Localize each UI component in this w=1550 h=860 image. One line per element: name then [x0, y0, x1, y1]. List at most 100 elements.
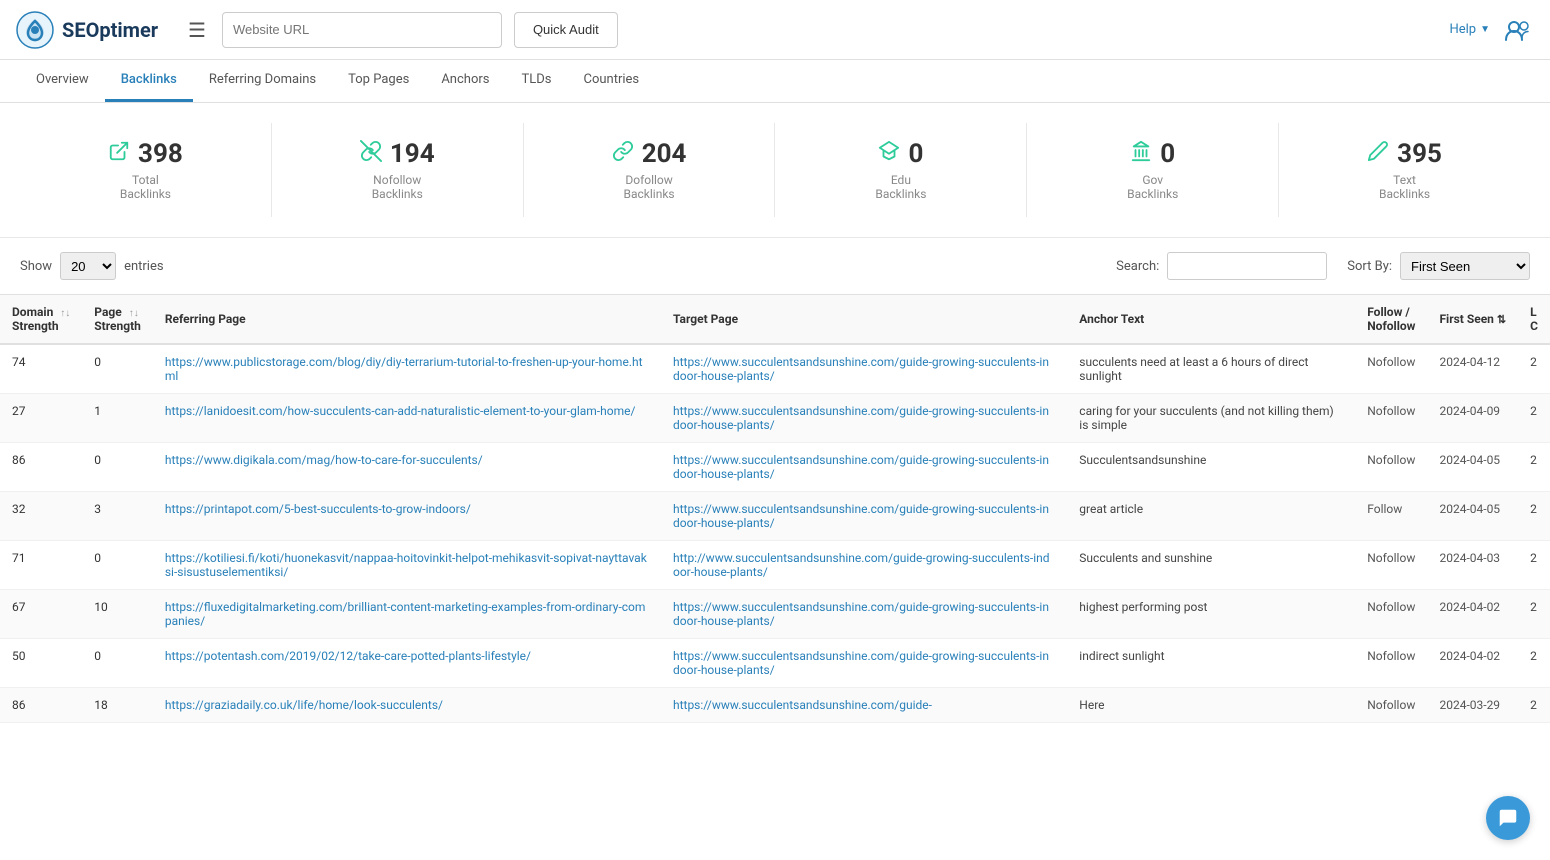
cell-anchor-text: succulents need at least a 6 hours of di…	[1067, 344, 1355, 394]
nofollow-icon	[360, 140, 382, 168]
pencil-icon	[1367, 140, 1389, 168]
col-anchor-text: Anchor Text	[1067, 295, 1355, 345]
backlinks-table: Domain ↑↓Strength Page ↑↓Strength Referr…	[0, 294, 1550, 723]
cell-follow-nofollow: Nofollow	[1355, 639, 1427, 688]
col-lc: LC	[1518, 295, 1550, 345]
stat-total-backlinks-label: TotalBacklinks	[120, 173, 171, 201]
hamburger-icon[interactable]: ☰	[188, 18, 206, 42]
logo-text: SEOptimer	[62, 18, 158, 42]
target-page-link[interactable]: https://www.succulentsandsunshine.com/gu…	[673, 502, 1049, 530]
target-page-link[interactable]: https://www.succulentsandsunshine.com/gu…	[673, 649, 1049, 677]
nav-tabs: Overview Backlinks Referring Domains Top…	[0, 60, 1550, 103]
logo-area: SEOptimer	[16, 11, 176, 49]
tab-countries[interactable]: Countries	[567, 60, 655, 102]
tab-anchors[interactable]: Anchors	[425, 60, 505, 102]
entries-select[interactable]: 10 20 50 100	[60, 252, 116, 280]
table-row: 67 10 https://fluxedigitalmarketing.com/…	[0, 590, 1550, 639]
url-input[interactable]	[222, 12, 502, 48]
cell-lc: 2	[1518, 688, 1550, 723]
header-right: Help ▼	[1449, 14, 1534, 46]
chevron-down-icon: ▼	[1480, 24, 1490, 35]
cell-domain-strength: 86	[0, 443, 82, 492]
stat-text-label: TextBacklinks	[1379, 173, 1430, 201]
referring-page-link[interactable]: https://graziadaily.co.uk/life/home/look…	[165, 698, 443, 712]
tab-backlinks[interactable]: Backlinks	[105, 60, 193, 102]
table-row: 86 18 https://graziadaily.co.uk/life/hom…	[0, 688, 1550, 723]
target-page-link[interactable]: https://www.succulentsandsunshine.com/gu…	[673, 453, 1049, 481]
referring-page-link[interactable]: https://www.digikala.com/mag/how-to-care…	[165, 453, 483, 467]
cell-target-page: http://www.succulentsandsunshine.com/gui…	[661, 541, 1067, 590]
search-label: Search:	[1116, 259, 1159, 274]
cell-lc: 2	[1518, 394, 1550, 443]
entries-label: entries	[124, 259, 164, 274]
external-link-icon	[108, 140, 130, 168]
cell-domain-strength: 86	[0, 688, 82, 723]
stat-edu-label: EduBacklinks	[875, 173, 926, 201]
referring-page-link[interactable]: https://www.publicstorage.com/blog/diy/d…	[165, 355, 643, 383]
cell-page-strength: 0	[82, 443, 153, 492]
cell-referring-page: https://fluxedigitalmarketing.com/brilli…	[153, 590, 661, 639]
cell-lc: 2	[1518, 639, 1550, 688]
col-target-page: Target Page	[661, 295, 1067, 345]
tab-top-pages[interactable]: Top Pages	[332, 60, 425, 102]
help-button[interactable]: Help ▼	[1449, 22, 1490, 37]
referring-page-link[interactable]: https://lanidoesit.com/how-succulents-ca…	[165, 404, 636, 418]
referring-page-link[interactable]: https://printapot.com/5-best-succulents-…	[165, 502, 471, 516]
cell-target-page: https://www.succulentsandsunshine.com/gu…	[661, 639, 1067, 688]
cell-target-page: https://www.succulentsandsunshine.com/gu…	[661, 394, 1067, 443]
col-domain-strength[interactable]: Domain ↑↓Strength	[0, 295, 82, 345]
stat-top: 395	[1367, 139, 1442, 169]
cell-first-seen: 2024-04-09	[1427, 394, 1518, 443]
cell-domain-strength: 71	[0, 541, 82, 590]
cell-lc: 2	[1518, 590, 1550, 639]
target-page-link[interactable]: https://www.succulentsandsunshine.com/gu…	[673, 600, 1049, 628]
stat-gov-label: GovBacklinks	[1127, 173, 1178, 201]
stat-top: 204	[612, 139, 687, 169]
sort-label: Sort By:	[1347, 259, 1392, 274]
search-area: Search:	[1116, 252, 1327, 280]
stat-top: 0	[1130, 139, 1175, 169]
target-page-link[interactable]: https://www.succulentsandsunshine.com/gu…	[673, 355, 1049, 383]
col-page-strength[interactable]: Page ↑↓Strength	[82, 295, 153, 345]
cell-referring-page: https://www.publicstorage.com/blog/diy/d…	[153, 344, 661, 394]
cell-page-strength: 10	[82, 590, 153, 639]
cell-target-page: https://www.succulentsandsunshine.com/gu…	[661, 443, 1067, 492]
cell-referring-page: https://kotiliesi.fi/koti/huonekasvit/na…	[153, 541, 661, 590]
sort-select[interactable]: First Seen Domain Strength Page Strength	[1400, 252, 1530, 280]
referring-page-link[interactable]: https://kotiliesi.fi/koti/huonekasvit/na…	[165, 551, 647, 579]
referring-page-link[interactable]: https://potentash.com/2019/02/12/take-ca…	[165, 649, 531, 663]
cell-target-page: https://www.succulentsandsunshine.com/gu…	[661, 688, 1067, 723]
cell-follow-nofollow: Nofollow	[1355, 394, 1427, 443]
cell-referring-page: https://potentash.com/2019/02/12/take-ca…	[153, 639, 661, 688]
cell-target-page: https://www.succulentsandsunshine.com/gu…	[661, 344, 1067, 394]
cell-target-page: https://www.succulentsandsunshine.com/gu…	[661, 590, 1067, 639]
cell-referring-page: https://lanidoesit.com/how-succulents-ca…	[153, 394, 661, 443]
col-first-seen[interactable]: First Seen ⇅	[1427, 295, 1518, 345]
cell-referring-page: https://graziadaily.co.uk/life/home/look…	[153, 688, 661, 723]
chat-bubble[interactable]	[1486, 796, 1530, 840]
cell-domain-strength: 74	[0, 344, 82, 394]
stat-gov-backlinks: 0 GovBacklinks	[1027, 123, 1279, 217]
bank-icon	[1130, 140, 1152, 168]
cell-anchor-text: great article	[1067, 492, 1355, 541]
cell-first-seen: 2024-04-05	[1427, 492, 1518, 541]
quick-audit-button[interactable]: Quick Audit	[514, 12, 618, 48]
cell-lc: 2	[1518, 344, 1550, 394]
tab-tlds[interactable]: TLDs	[505, 60, 567, 102]
cell-follow-nofollow: Nofollow	[1355, 590, 1427, 639]
user-group-icon[interactable]	[1502, 14, 1534, 46]
sort-area: Sort By: First Seen Domain Strength Page…	[1347, 252, 1530, 280]
target-page-link[interactable]: https://www.succulentsandsunshine.com/gu…	[673, 404, 1049, 432]
cell-lc: 2	[1518, 443, 1550, 492]
referring-page-link[interactable]: https://fluxedigitalmarketing.com/brilli…	[165, 600, 646, 628]
search-input[interactable]	[1167, 252, 1327, 280]
target-page-link[interactable]: http://www.succulentsandsunshine.com/gui…	[673, 551, 1050, 579]
cell-domain-strength: 32	[0, 492, 82, 541]
stat-nofollow-label: NofollowBacklinks	[372, 173, 423, 201]
target-page-link[interactable]: https://www.succulentsandsunshine.com/gu…	[673, 698, 932, 712]
stat-total-backlinks: 398 TotalBacklinks	[20, 123, 272, 217]
cell-domain-strength: 50	[0, 639, 82, 688]
tab-referring-domains[interactable]: Referring Domains	[193, 60, 332, 102]
tab-overview[interactable]: Overview	[20, 60, 105, 102]
cell-anchor-text: indirect sunlight	[1067, 639, 1355, 688]
